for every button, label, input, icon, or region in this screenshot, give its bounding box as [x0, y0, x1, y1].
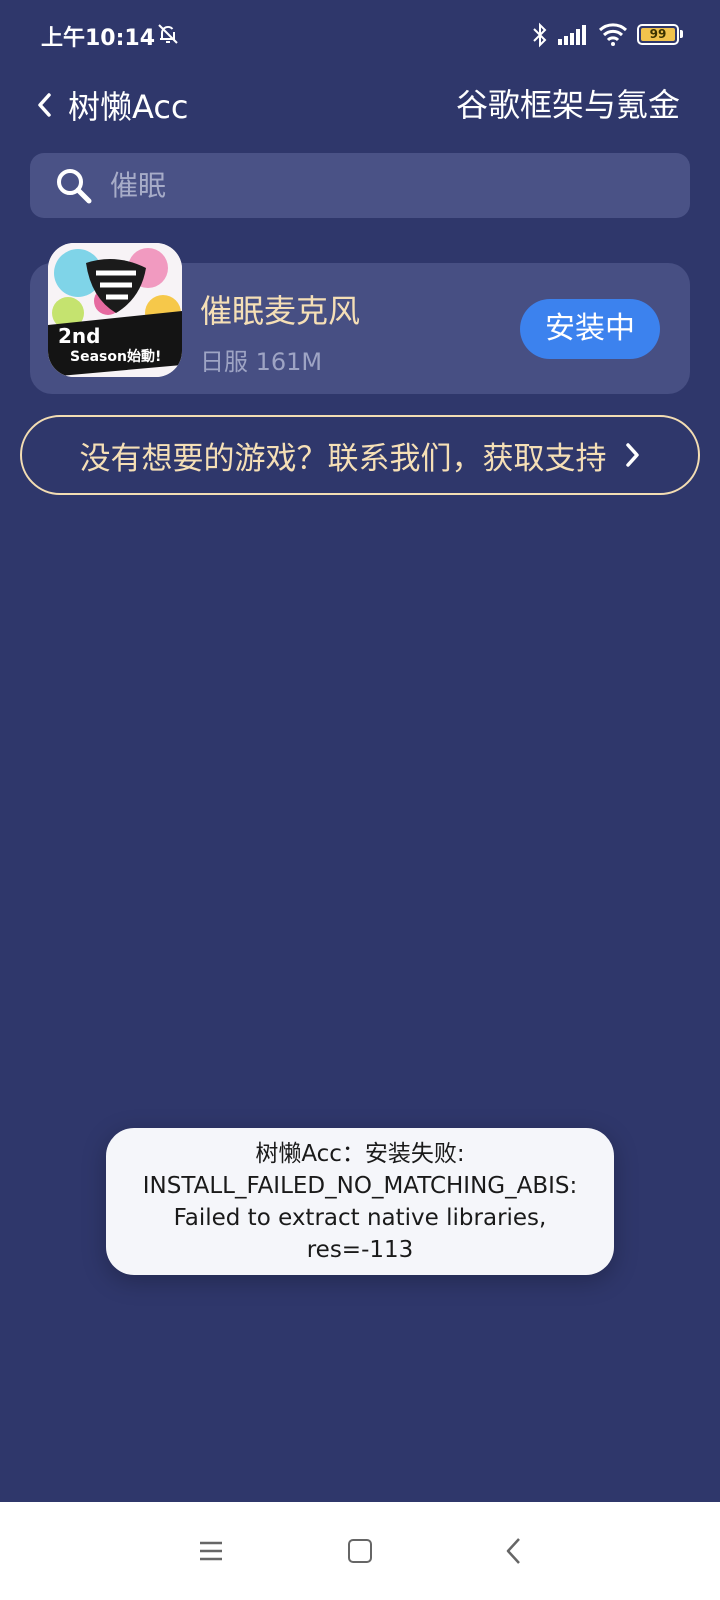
nav-back-icon[interactable]	[504, 1537, 522, 1565]
game-title: 催眠麦克风	[200, 292, 361, 330]
status-bar: 上午10:14 99	[0, 0, 720, 70]
toast-line-4: res=-113	[306, 1236, 414, 1263]
chevron-right-icon	[625, 443, 639, 467]
google-framework-link[interactable]: 谷歌框架与氪金	[456, 80, 680, 130]
error-toast: 树懒Acc：安装失败: INSTALL_FAILED_NO_MATCHING_A…	[106, 1128, 614, 1275]
screen: 上午10:14 99 树懒Acc 谷歌框架与氪金 催眠 2nd Season始動…	[0, 0, 720, 1600]
home-icon[interactable]	[348, 1539, 372, 1563]
bluetooth-icon	[533, 22, 547, 48]
contact-support-label: 没有想要的游戏？联系我们，获取支持	[79, 440, 607, 477]
game-meta: 日服 161M	[200, 348, 323, 376]
search-bar[interactable]	[30, 153, 690, 218]
battery-icon: 99	[637, 24, 683, 46]
toast-line-1: 树懒Acc：安装失败:	[255, 1140, 465, 1167]
wifi-icon	[598, 23, 628, 46]
toast-line-2: INSTALL_FAILED_NO_MATCHING_ABIS:	[142, 1172, 578, 1199]
install-button[interactable]: 安装中	[520, 299, 660, 359]
app-name: 树懒Acc	[68, 88, 189, 126]
contact-support-button[interactable]: 没有想要的游戏？联系我们，获取支持	[20, 415, 700, 495]
battery-level: 99	[641, 28, 675, 41]
signal-icon	[558, 25, 586, 45]
search-icon	[57, 168, 92, 203]
toast-line-3: Failed to extract native libraries,	[173, 1204, 547, 1231]
status-time: 上午10:14	[41, 26, 156, 51]
recents-menu-icon[interactable]	[198, 1538, 224, 1564]
system-nav-bar	[0, 1502, 720, 1600]
chevron-left-icon	[38, 93, 51, 117]
back-button[interactable]: 树懒Acc	[34, 80, 189, 130]
game-icon-text-2: Season始動!	[70, 348, 161, 365]
game-icon-text-1: 2nd	[58, 324, 100, 348]
bell-muted-icon	[158, 24, 178, 44]
game-icon: 2nd Season始動!	[48, 243, 182, 377]
search-input[interactable]	[110, 160, 690, 211]
header: 树懒Acc 谷歌框架与氪金	[0, 70, 720, 140]
